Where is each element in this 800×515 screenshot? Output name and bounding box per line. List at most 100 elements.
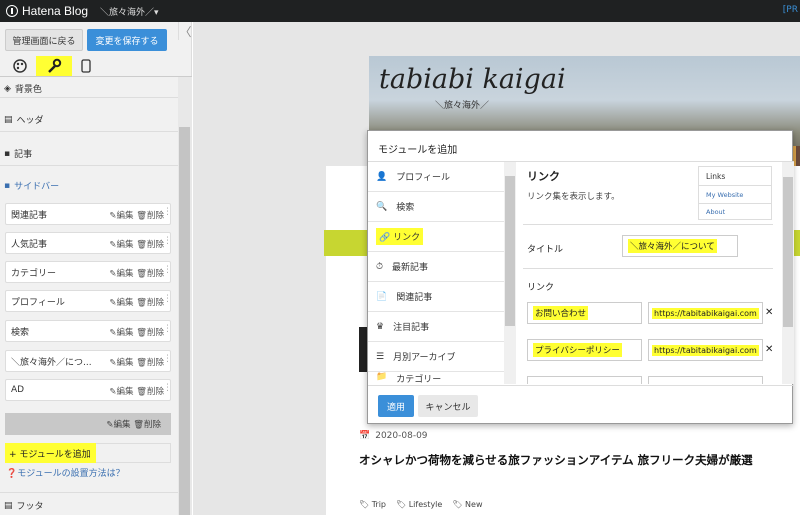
top-bar: Hatena Blog ＼旅々海外／▾ [PR [0,0,800,22]
title-input[interactable]: ＼旅々海外／について [622,235,738,257]
delete-link[interactable]: 🗑削除 [136,298,164,308]
logo-text: Hatena Blog [22,4,89,18]
edit-link[interactable]: ✎編集 [109,387,133,397]
design-sidebar: 管理画面に戻る 変更を保存する 〈 ◈ 背景色 ▤ ヘッダ ▪ 記事 ▪ サイドバー 関… [0,22,192,515]
dragging-module-item[interactable]: ✎編集 🗑削除 [5,413,171,435]
section-sidebar[interactable]: ▪ サイドバー [4,179,59,193]
drag-handle-icon[interactable]: ⋮ [163,324,172,334]
remove-link-icon[interactable]: ✕ [765,344,773,355]
post-date: 📅 2020-08-09 [359,431,428,441]
title-label: タイトル [527,245,564,255]
delete-link[interactable]: 🗑削除 [136,240,164,250]
sidebar-module-item[interactable]: ＼旅々海外／につ... ✎編集 🗑削除 ⋮ [5,350,172,372]
article-icon: ▪ [4,148,11,159]
stopwatch-icon: ⏱ [376,261,384,272]
edit-link[interactable]: ✎編集 [109,240,133,250]
sidebar-module-item[interactable]: プロフィール ✎編集 🗑削除 ⋮ [5,290,172,312]
link-name-input[interactable]: お問い合わせ [527,302,642,324]
folder-icon: 📁 [376,372,388,382]
delete-link[interactable]: 🗑削除 [136,211,164,221]
delete-link[interactable]: 🗑削除 [136,269,164,279]
blog-selector[interactable]: ＼旅々海外／▾ [100,5,159,18]
drag-handle-icon[interactable]: ⋮ [163,294,172,304]
sidebar-module-item[interactable]: カテゴリー ✎編集 🗑削除 ⋮ [5,261,172,283]
link-url-input-empty[interactable] [648,376,763,384]
remove-link-icon[interactable]: ✕ [765,307,773,318]
post-title[interactable]: オシャレかつ荷物を減らせる旅ファッションアイテム 旅フリーク夫婦が厳選 [359,451,779,470]
sidebar-module-item[interactable]: 人気記事 ✎編集 🗑削除 ⋮ [5,232,172,254]
smartphone-tab[interactable] [68,56,104,76]
add-module-dialog: モジュールを追加 👤 プロフィール 🔍 検索 🔗 リンク ⏱ 最新記事 📄 関連記事 ♛… [367,130,794,424]
sidebar-module-item[interactable]: 関連記事 ✎編集 🗑削除 ⋮ [5,203,172,225]
module-item-featured[interactable]: ♛ 注目記事 [368,312,504,342]
drag-handle-icon[interactable]: ⋮ [163,383,172,393]
link-url-input[interactable]: https://tabitabikaigai.com [648,302,763,324]
delete-link[interactable]: 🗑削除 [136,387,164,397]
drag-handle-icon[interactable]: ⋮ [163,354,172,364]
sidebar-scroll-thumb[interactable] [179,127,190,515]
add-module-button[interactable]: + モジュールを追加 [5,443,96,463]
divider [0,97,178,98]
edit-link[interactable]: ✎編集 [109,328,133,338]
module-item-archive[interactable]: ☰ 月別アーカイブ [368,342,504,372]
module-item-profile[interactable]: 👤 プロフィール [368,162,504,192]
edit-link[interactable]: ✎編集 [109,298,133,308]
hatena-logo-icon [6,5,18,17]
section-header[interactable]: ▤ ヘッダ [4,113,44,127]
footer-icon: ▤ [4,500,13,511]
hatena-logo[interactable]: Hatena Blog [6,4,88,18]
pr-link[interactable]: [PR [783,5,798,15]
module-description: リンク集を表示します。 [527,192,620,202]
divider [0,165,178,166]
settings-scroll-thumb[interactable] [783,177,793,327]
section-article[interactable]: ▪ 記事 [4,147,32,161]
blog-header-subtitle: ＼旅々海外／ [435,101,490,111]
preview-link: About [706,208,726,216]
module-list-scroll-thumb[interactable] [505,176,515,326]
paint-icon: ◈ [4,83,11,94]
sidebar-module-item[interactable]: AD ✎編集 🗑削除 ⋮ [5,379,172,401]
link-name-input[interactable]: プライバシーポリシー [527,339,642,361]
cancel-button[interactable]: キャンセル [418,395,478,417]
calendar-icon: 📅 [359,431,371,441]
header-icon: ▤ [4,114,13,125]
dialog-title: モジュールを追加 [378,145,458,156]
section-bg-color[interactable]: ◈ 背景色 [4,82,42,96]
section-footer[interactable]: ▤ フッタ [4,499,44,513]
person-icon: 👤 [376,171,388,182]
module-item-link[interactable]: 🔗 リンク [368,222,504,252]
link-url-input[interactable]: https://tabitabikaigai.com [648,339,763,361]
collapse-sidebar-button[interactable]: 〈 [178,22,192,40]
save-changes-button[interactable]: 変更を保存する [87,29,167,51]
module-item-recent[interactable]: ⏱ 最新記事 [368,252,504,282]
apply-button[interactable]: 適用 [378,395,414,417]
tag-lifestyle[interactable]: 🏷 Lifestyle [396,500,442,509]
module-settings: リンク リンク集を表示します。 Links My Website About タ… [517,162,794,384]
list-icon: ☰ [376,351,385,362]
back-to-admin-button[interactable]: 管理画面に戻る [5,29,83,51]
sidebar-module-item[interactable]: 検索 ✎編集 🗑削除 ⋮ [5,320,172,342]
module-item-related[interactable]: 📄 関連記事 [368,282,504,312]
wrench-icon [48,58,62,73]
tag-trip[interactable]: 🏷 Trip [359,500,386,509]
link-item-highlight: 🔗 リンク [376,228,424,245]
tag-new[interactable]: 🏷 New [452,500,482,509]
blog-header-title: tabiabi kaigai [379,64,566,95]
edit-link[interactable]: ✎編集 [109,211,133,221]
design-tabs [0,55,192,77]
links-label: リンク [527,283,555,293]
module-howto-link[interactable]: ❓モジュールの設置方法は？ [6,466,125,479]
link-name-input-empty[interactable] [527,376,642,384]
delete-link[interactable]: 🗑削除 [136,358,164,368]
customize-tab[interactable] [36,56,72,76]
drag-handle-icon[interactable]: ⋮ [163,207,172,217]
module-item-search[interactable]: 🔍 検索 [368,192,504,222]
palette-tab[interactable] [2,56,38,76]
delete-link[interactable]: 🗑削除 [136,328,164,338]
smartphone-icon [81,59,91,73]
module-item-category[interactable]: 📁 カテゴリー [368,372,504,384]
drag-handle-icon[interactable]: ⋮ [163,265,172,275]
edit-link[interactable]: ✎編集 [109,358,133,368]
edit-link[interactable]: ✎編集 [109,269,133,279]
drag-handle-icon[interactable]: ⋮ [163,236,172,246]
